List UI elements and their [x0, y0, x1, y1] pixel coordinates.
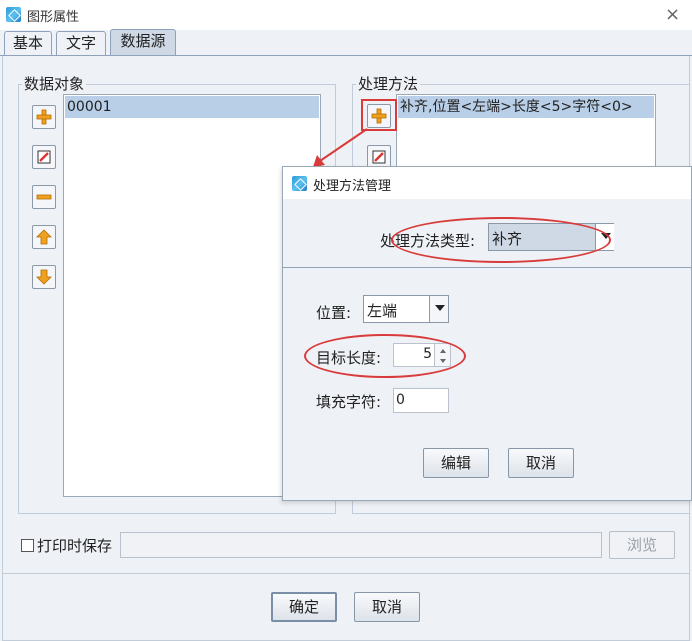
move-up-button[interactable]	[32, 225, 56, 249]
tab-data-source[interactable]: 数据源	[110, 29, 176, 55]
tab-basic[interactable]: 基本	[4, 31, 52, 55]
arrow-up-icon	[36, 229, 52, 245]
plus-icon	[371, 108, 387, 124]
minus-icon	[36, 194, 52, 200]
add-button[interactable]	[32, 105, 56, 129]
browse-button[interactable]: 浏览	[609, 531, 675, 559]
tab-text[interactable]: 文字	[56, 31, 106, 55]
fill-char-field[interactable]: 0	[393, 388, 449, 413]
move-down-button[interactable]	[32, 265, 56, 289]
process-method-dialog: 处理方法管理 处理方法类型: 补齐 位置: 左端 目标长度: 5 填充字符: 0…	[282, 166, 692, 501]
fill-char-value: 0	[396, 392, 405, 408]
edit-button[interactable]	[32, 145, 56, 169]
list-item[interactable]: 补齐,位置<左端>长度<5>字符<0>	[398, 96, 654, 118]
window-title: 图形属性	[27, 10, 80, 25]
dialog-title: 处理方法管理	[313, 179, 392, 194]
edit-icon	[37, 150, 51, 164]
footer-panel	[2, 574, 690, 641]
position-select[interactable]: 左端	[363, 295, 449, 323]
highlight-ellipse	[304, 334, 466, 378]
fill-char-label: 填充字符:	[316, 393, 382, 411]
ok-button[interactable]: 确定	[271, 592, 337, 622]
plus-icon	[36, 109, 52, 125]
data-object-label: 数据对象	[22, 73, 87, 94]
arrow-down-icon	[36, 269, 52, 285]
dialog-divider	[283, 267, 691, 268]
remove-button[interactable]	[32, 185, 56, 209]
highlight-ellipse	[391, 217, 611, 263]
print-save-label: 打印时保存	[37, 537, 113, 555]
cancel-button[interactable]: 取消	[354, 592, 420, 622]
position-label: 位置:	[316, 304, 352, 322]
chevron-down-icon	[429, 296, 448, 322]
save-path-field[interactable]	[120, 532, 602, 558]
dialog-cancel-button[interactable]: 取消	[508, 448, 574, 478]
title-bar	[0, 0, 692, 30]
app-icon	[292, 176, 307, 191]
close-icon[interactable]: ×	[665, 4, 680, 25]
position-value: 左端	[367, 302, 398, 320]
edit-button[interactable]: 编辑	[423, 448, 489, 478]
list-item[interactable]: 00001	[65, 96, 319, 118]
process-method-label: 处理方法	[356, 73, 421, 94]
app-icon	[6, 7, 21, 22]
print-save-checkbox[interactable]	[21, 539, 34, 552]
